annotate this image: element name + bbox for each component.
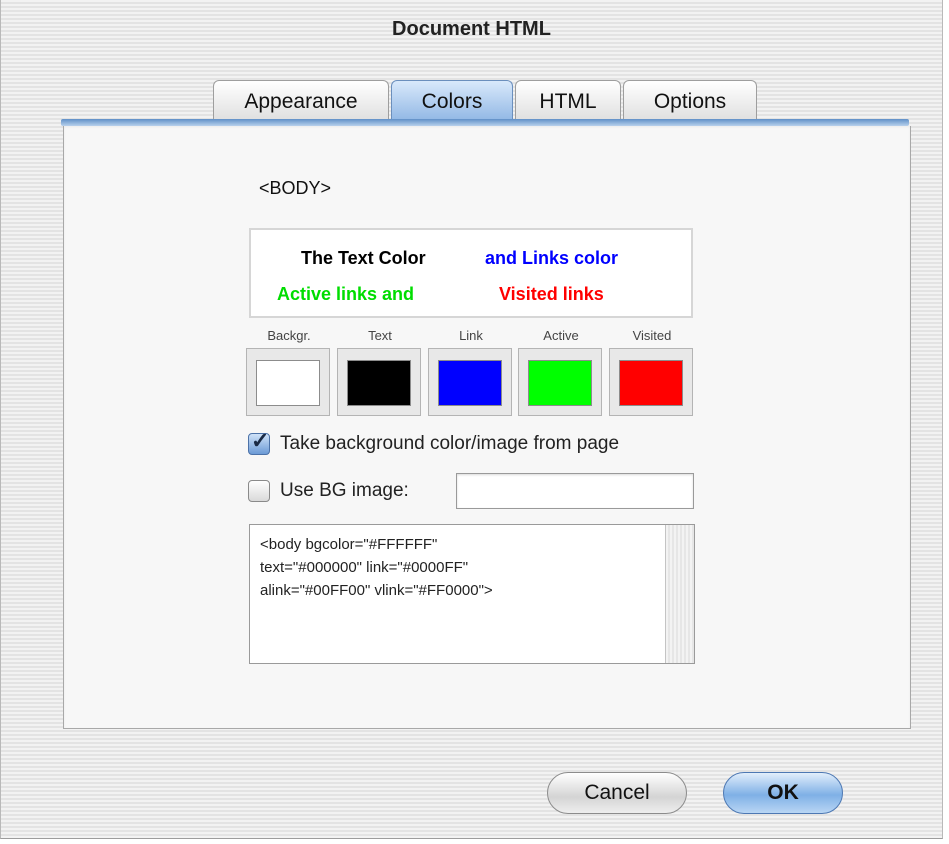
code-scrollbar[interactable] — [665, 525, 694, 663]
tab-options[interactable]: Options — [623, 80, 757, 122]
color-preview-box: The Text Color and Links color Active li… — [249, 228, 693, 318]
bg-image-input[interactable] — [456, 473, 694, 509]
tab-strip-line — [61, 119, 909, 126]
take-background-checkbox[interactable]: ✓ — [248, 428, 270, 455]
active-color-swatch[interactable] — [518, 348, 602, 416]
use-bg-image-checkbox[interactable] — [248, 480, 270, 502]
checkmark-icon: ✓ — [251, 428, 270, 453]
visited-color-swatch[interactable] — [609, 348, 693, 416]
preview-text-sample: The Text Color — [301, 248, 426, 268]
cancel-button[interactable]: Cancel — [547, 772, 687, 814]
use-bg-image-label[interactable]: Use BG image: — [280, 480, 409, 502]
take-background-label[interactable]: Take background color/image from page — [280, 433, 619, 455]
link-color-fill — [438, 360, 502, 406]
window-title: Document HTML — [392, 18, 551, 40]
swatch-label-link: Link — [459, 328, 483, 343]
swatch-label-text: Text — [368, 328, 392, 343]
swatch-label-background: Backgr. — [267, 328, 311, 343]
body-tag-label: <BODY> — [259, 178, 332, 198]
swatch-label-active: Active — [543, 328, 579, 343]
text-color-fill — [347, 360, 411, 406]
active-color-fill — [528, 360, 592, 406]
link-color-swatch[interactable] — [428, 348, 512, 416]
preview-link-sample: and Links color — [485, 248, 619, 268]
visited-color-fill — [619, 360, 683, 406]
background-color-fill — [256, 360, 320, 406]
body-code-textarea[interactable]: <body bgcolor="#FFFFFF" text="#000000" l… — [249, 524, 695, 664]
document-html-dialog: Document HTML Appearance Colors HTML Opt… — [0, 0, 943, 839]
tab-appearance[interactable]: Appearance — [213, 80, 389, 122]
text-color-swatch[interactable] — [337, 348, 421, 416]
body-code-text: <body bgcolor="#FFFFFF" text="#000000" l… — [260, 536, 493, 599]
background-color-swatch[interactable] — [246, 348, 330, 416]
preview-visited-sample: Visited links — [499, 284, 604, 304]
tab-html[interactable]: HTML — [515, 80, 621, 122]
swatch-label-visited: Visited — [632, 328, 672, 343]
ok-button[interactable]: OK — [723, 772, 843, 814]
tab-colors[interactable]: Colors — [391, 80, 513, 122]
preview-active-sample: Active links and — [277, 284, 415, 304]
